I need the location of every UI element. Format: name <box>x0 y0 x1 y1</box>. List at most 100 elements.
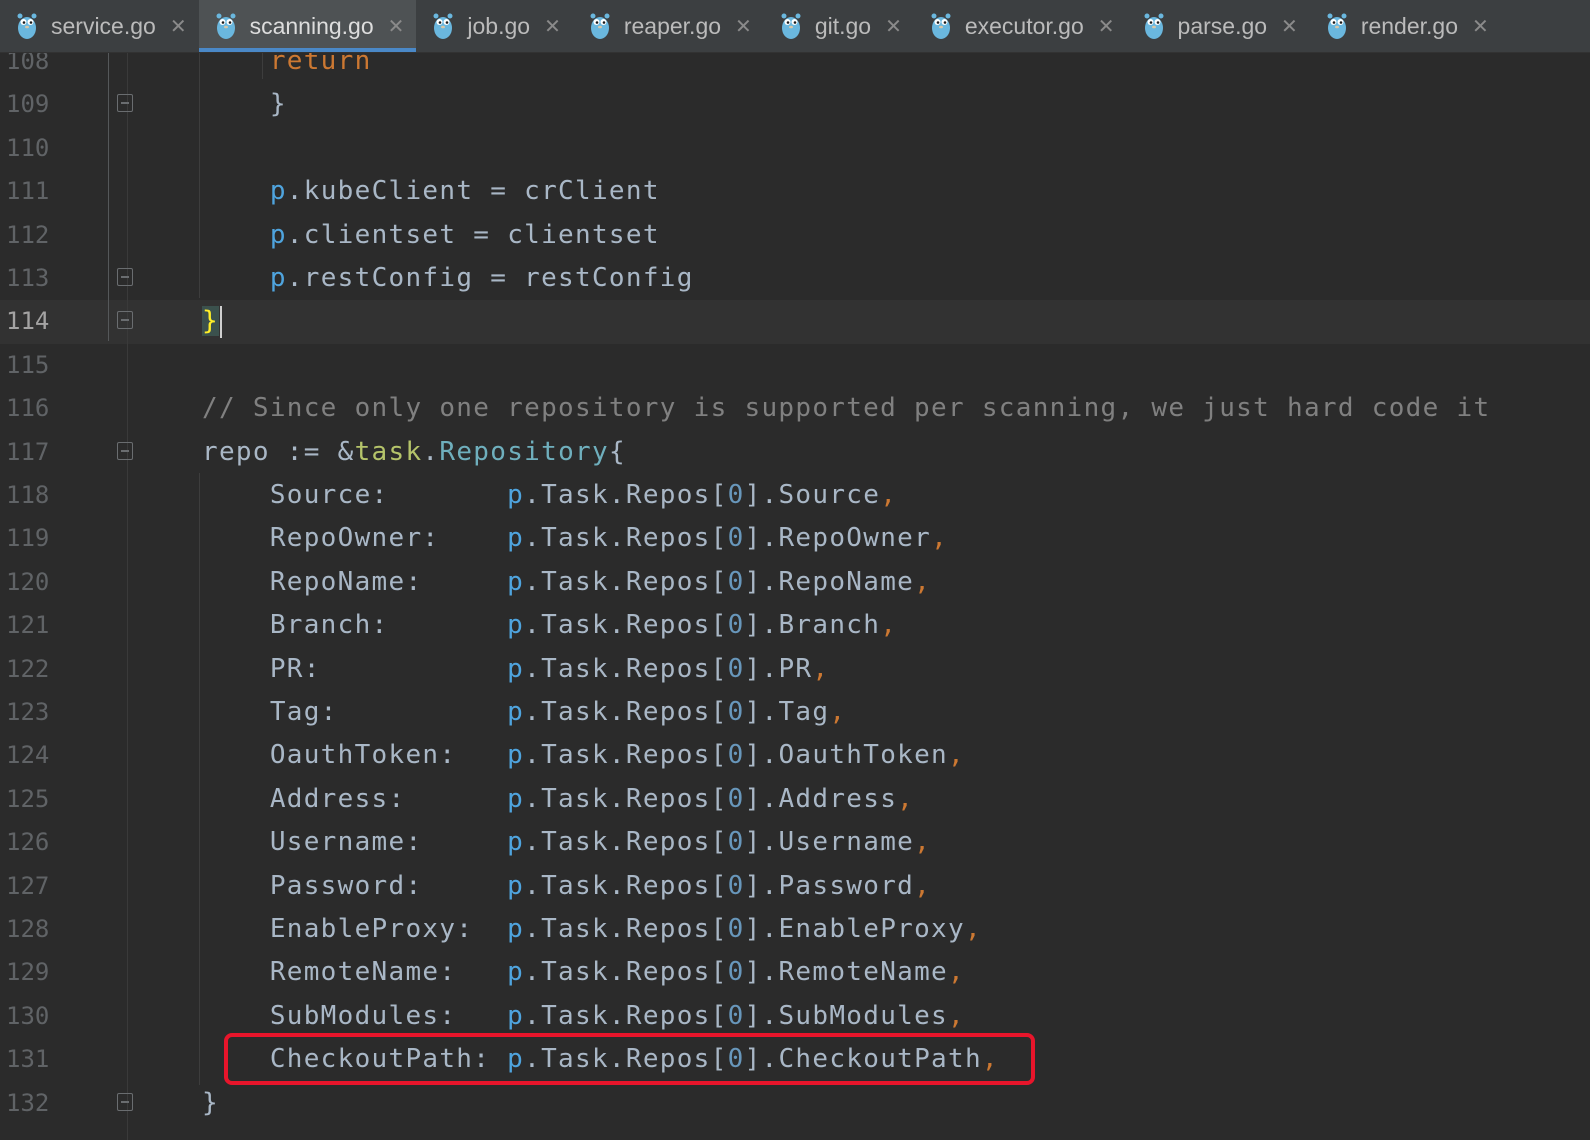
line-number[interactable]: 119 <box>6 516 66 560</box>
tab-scanning-go[interactable]: scanning.go ✕ <box>198 0 417 52</box>
line-number[interactable]: 112 <box>6 213 66 257</box>
line-number[interactable]: 127 <box>6 864 66 908</box>
code-token: p <box>507 870 525 901</box>
line-number[interactable]: 130 <box>6 994 66 1038</box>
code-token: p <box>269 219 287 250</box>
fold-end-icon[interactable] <box>117 311 133 329</box>
code-editor[interactable]: 108 return 109 } 110 111 p.kubeClient = crC… <box>0 53 1590 1140</box>
code-token: ].EnableProxy <box>744 914 965 944</box>
line-number[interactable]: 128 <box>6 907 66 951</box>
line-number[interactable]: 123 <box>6 690 66 734</box>
line-number[interactable]: 122 <box>6 647 66 691</box>
code-text: p.restConfig = restConfig <box>202 256 694 300</box>
current-line-highlight <box>0 300 1590 344</box>
code-token: 0 <box>727 566 745 597</box>
tab-git-go[interactable]: git.go ✕ <box>764 0 914 52</box>
code-token: ].Source <box>744 480 881 510</box>
code-token: task <box>354 436 423 467</box>
code-token: , <box>948 957 965 988</box>
close-tab-icon[interactable]: ✕ <box>1098 14 1115 39</box>
fold-start-icon[interactable] <box>117 442 133 460</box>
code-token: .Task.Repos[ <box>524 566 728 597</box>
tab-render-go[interactable]: render.go ✕ <box>1310 0 1501 52</box>
code-token: ].Branch <box>744 610 881 641</box>
line-number[interactable]: 132 <box>6 1081 66 1125</box>
indent-guide <box>199 473 200 1085</box>
line-number[interactable]: 124 <box>6 733 66 777</box>
go-gopher-icon <box>433 13 453 39</box>
code-token: ].Password <box>744 870 915 901</box>
line-number[interactable]: 129 <box>6 950 66 994</box>
go-gopher-icon <box>931 13 951 39</box>
tab-reaper-go[interactable]: reaper.go ✕ <box>573 0 764 52</box>
code-token: Source: <box>202 480 508 510</box>
code-token: ].RepoName <box>744 566 915 597</box>
code-token: Repository <box>439 436 609 467</box>
code-text: return <box>202 53 372 83</box>
code-text: Branch: p.Task.Repos[0].Branch, <box>202 603 897 647</box>
line-number[interactable]: 108 <box>6 53 66 83</box>
line-number[interactable]: 116 <box>6 386 66 430</box>
code-token: , <box>897 783 915 814</box>
code-token: Username: <box>202 827 508 858</box>
tab-service-go[interactable]: service.go ✕ <box>0 0 199 52</box>
line-number[interactable]: 111 <box>6 169 66 213</box>
code-token: p <box>507 653 525 684</box>
tab-executor-go[interactable]: executor.go ✕ <box>914 0 1127 52</box>
code-token: 0 <box>727 957 745 988</box>
code-token: , <box>914 827 932 858</box>
go-gopher-icon <box>1327 13 1347 39</box>
line-number[interactable]: 117 <box>6 430 66 474</box>
annotation-highlight-box <box>224 1033 1035 1085</box>
fold-end-icon[interactable] <box>117 268 133 286</box>
code-token: 0 <box>727 653 745 684</box>
code-text: Password: p.Task.Repos[0].Password, <box>202 864 931 908</box>
code-token: ].OauthToken <box>744 740 949 771</box>
code-token: 0 <box>727 783 745 814</box>
code-token: ].RepoOwner <box>744 523 932 554</box>
tab-job-go[interactable]: job.go ✕ <box>416 0 572 52</box>
line-number[interactable]: 109 <box>6 82 66 126</box>
close-tab-icon[interactable]: ✕ <box>170 14 187 39</box>
close-tab-icon[interactable]: ✕ <box>388 14 405 39</box>
close-tab-icon[interactable]: ✕ <box>1472 14 1489 39</box>
code-token: .Task.Repos[ <box>524 914 728 944</box>
line-number[interactable]: 118 <box>6 473 66 517</box>
code-token: .Task.Repos[ <box>524 610 728 641</box>
close-tab-icon[interactable]: ✕ <box>885 14 902 39</box>
line-number[interactable]: 114 <box>6 299 66 343</box>
line-number[interactable]: 126 <box>6 820 66 864</box>
line-number[interactable]: 120 <box>6 560 66 604</box>
code-text: Username: p.Task.Repos[0].Username, <box>202 820 931 864</box>
code-token: ].RemoteName <box>744 957 949 988</box>
line-number[interactable]: 115 <box>6 343 66 387</box>
tab-label: parse.go <box>1177 12 1268 39</box>
code-text: } <box>202 82 287 126</box>
line-number[interactable]: 131 <box>6 1037 66 1081</box>
fold-end-icon[interactable] <box>117 94 133 112</box>
close-tab-icon[interactable]: ✕ <box>735 14 752 39</box>
code-token: OauthToken: <box>202 740 508 771</box>
code-text: SubModules: p.Task.Repos[0].SubModules, <box>202 994 965 1038</box>
code-token: ].Username <box>744 827 915 858</box>
code-token: RepoName: <box>202 566 508 597</box>
tab-label: git.go <box>814 12 872 39</box>
code-token: 0 <box>727 697 745 727</box>
gutter-divider <box>127 53 128 1140</box>
fold-end-icon[interactable] <box>117 1093 133 1111</box>
close-tab-icon[interactable]: ✕ <box>544 14 561 39</box>
code-token: SubModules: <box>202 1000 508 1031</box>
go-gopher-icon <box>216 13 236 39</box>
tab-label: service.go <box>51 12 156 39</box>
code-token: Address: <box>202 783 508 814</box>
line-number[interactable]: 110 <box>6 126 66 170</box>
code-token: EnableProxy: <box>202 914 508 944</box>
line-number[interactable]: 121 <box>6 603 66 647</box>
tab-parse-go[interactable]: parse.go ✕ <box>1127 0 1310 52</box>
code-token: , <box>948 1000 965 1031</box>
code-token: p <box>269 176 287 207</box>
close-tab-icon[interactable]: ✕ <box>1281 14 1298 39</box>
line-number[interactable]: 113 <box>6 256 66 300</box>
line-number[interactable]: 125 <box>6 777 66 821</box>
text-caret <box>219 305 222 338</box>
